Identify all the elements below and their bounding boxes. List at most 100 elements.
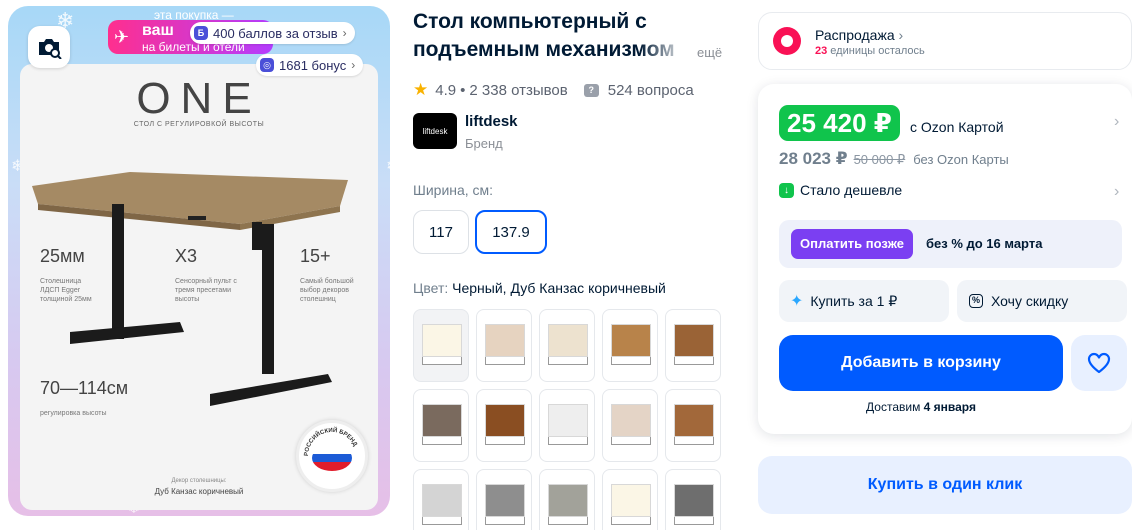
questions-count[interactable]: 524 вопроса [608,82,694,99]
add-to-cart-button[interactable]: Добавить в корзину [779,335,1063,391]
color-swatch[interactable] [476,469,532,530]
swatch-tile [548,484,588,517]
swatch-tile [548,404,588,437]
chevron-right-icon[interactable]: › [1114,183,1119,201]
color-swatch[interactable] [413,309,469,382]
pay-later-block[interactable]: Оплатить позже без % до 16 марта [779,220,1122,268]
color-swatch[interactable] [539,309,595,382]
favorite-button[interactable] [1071,335,1127,391]
points-chip-label: 400 баллов за отзыв [213,25,338,41]
width-options: 117 137.9 [413,210,547,254]
sale-icon [773,27,801,55]
star-icon: ★ [413,80,429,99]
swatch-edge [611,357,651,365]
pay-later-button[interactable]: Оплатить позже [791,229,913,259]
swatch-tile [674,484,714,517]
color-swatch[interactable] [665,309,721,382]
discount-icon: % [969,294,983,308]
bonus-badge-icon: ◎ [260,58,274,72]
spec-decors: 15+ Самый большой выбор декоров столешни… [300,246,354,304]
bonus-chip[interactable]: ◎ 1681 бонус › [256,54,364,76]
swatch-tile [548,324,588,357]
swatch-edge [485,357,525,365]
reviews-count[interactable]: 2 338 отзывов [469,82,567,99]
price-nocard-label: без Ozon Карты [913,152,1009,167]
swatch-edge [548,437,588,445]
pay-later-text: без % до 16 марта [926,236,1043,251]
color-label: Цвет: Черный, Дуб Канзас коричневый [413,280,666,296]
snowflake-icon: ❄ [386,156,390,176]
rating-value: 4.9 [435,81,457,99]
color-swatch[interactable] [476,309,532,382]
color-swatch[interactable] [539,389,595,462]
swatch-edge [611,437,651,445]
color-swatch[interactable] [413,389,469,462]
bonus-chip-label: 1681 бонус [279,57,347,73]
width-label: Ширина, см: [413,182,494,198]
swatch-tile [485,404,525,437]
price-row: 28 023 ₽ 50 000 ₽ без Ozon Карты [779,149,1009,169]
brand-logo[interactable]: liftdesk [413,113,457,149]
product-gallery[interactable]: ❄ ❄ ❄ ❄ ONE СТОЛ С РЕГУЛИРОВКОЙ ВЫСОТЫ 2… [8,6,390,516]
product-photo[interactable]: ONE СТОЛ С РЕГУЛИРОВКОЙ ВЫСОТЫ 25мм Стол… [20,64,378,510]
brand-label: Бренд [465,136,503,151]
buy-box: 25 420 ₽ с Ozon Картой › 28 023 ₽ 50 000… [758,84,1132,434]
price-card-label: с Ozon Картой [910,119,1004,135]
camera-search-icon [39,39,62,59]
color-swatch[interactable] [602,389,658,462]
swatch-tile [611,324,651,357]
chevron-right-icon: › [342,26,347,40]
swatch-edge [422,357,462,365]
swatch-edge [611,517,651,525]
brand-row[interactable]: liftdesk liftdesk Бренд [413,113,518,151]
color-value: Черный, Дуб Канзас коричневый [452,280,666,296]
heart-icon [1087,352,1111,374]
price-drop-note[interactable]: ↓ Стало дешевле [779,182,902,198]
buy-for-one-ruble-button[interactable]: ✦ Купить за 1 ₽ [779,280,949,322]
swatch-tile [674,324,714,357]
points-badge-icon: Б [194,26,208,40]
color-swatches [413,309,731,530]
color-swatch[interactable] [476,389,532,462]
question-bubble-icon: ? [583,83,599,97]
chevron-right-icon[interactable]: › [1114,113,1119,131]
sparkle-icon: ✦ [790,293,804,310]
width-option-137-9[interactable]: 137.9 [475,210,547,254]
sale-remaining: 23 единицы осталось [815,45,925,57]
swatch-tile [485,484,525,517]
width-option-117[interactable]: 117 [413,210,469,254]
buy-one-click-button[interactable]: Купить в один клик [758,456,1132,514]
color-swatch[interactable] [665,389,721,462]
sale-title: Распродажа › [815,27,904,43]
brand-name[interactable]: liftdesk [465,113,518,130]
swatch-edge [422,517,462,525]
spec-panel: X3 Сенсорный пульт с тремя пресетами выс… [175,246,237,304]
points-for-review-chip[interactable]: Б 400 баллов за отзыв › [190,22,355,44]
swatch-edge [674,437,714,445]
color-swatch[interactable] [413,469,469,530]
color-swatch[interactable] [539,469,595,530]
rating-separator: • [460,81,466,99]
image-search-button[interactable] [28,26,70,68]
price-old: 50 000 ₽ [853,152,906,167]
swatch-edge [548,517,588,525]
color-swatch[interactable] [602,309,658,382]
sale-card[interactable]: Распродажа › 23 единицы осталось [758,12,1132,70]
title-more-link[interactable]: ещё [697,45,722,60]
russian-flag-icon [312,445,352,471]
chevron-right-icon: › [351,58,356,72]
spec-thickness: 25мм Столешница ЛДСП Egger толщиной 25мм [40,246,92,304]
rating-row[interactable]: ★ 4.9 • 2 338 отзывов ? 524 вопроса [413,80,694,100]
swatch-edge [548,357,588,365]
swatch-edge [485,517,525,525]
want-discount-button[interactable]: % Хочу скидку [957,280,1127,322]
swatch-tile [611,404,651,437]
swatch-tile [611,484,651,517]
russian-brand-badge: РОССИЙСКИЙ БРЕНД [296,420,368,492]
price-with-card: 25 420 ₽ [779,105,900,141]
swatch-edge [422,437,462,445]
arrow-down-icon: ↓ [779,182,794,198]
color-swatch[interactable] [602,469,658,530]
color-swatch[interactable] [665,469,721,530]
promo-line1: ваш [142,22,174,39]
